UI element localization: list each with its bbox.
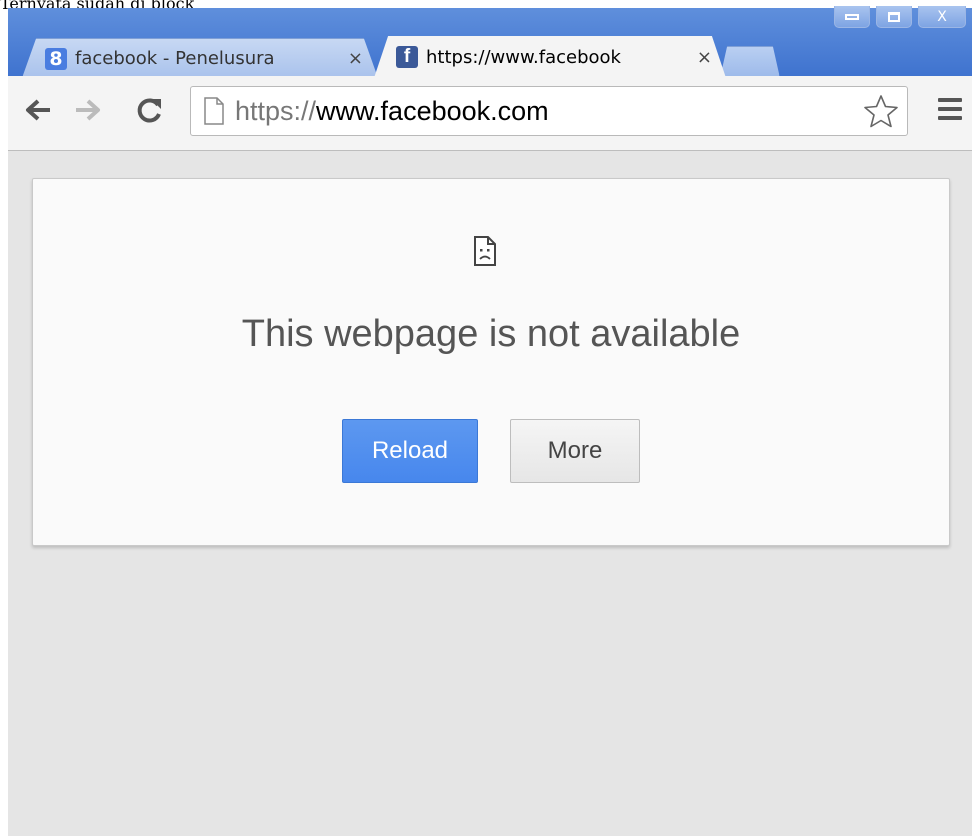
tab-close-icon[interactable]: × [697, 47, 712, 68]
google-g-icon: 8 [45, 47, 67, 70]
reload-icon [137, 98, 161, 123]
chrome-menu-button[interactable] [938, 98, 962, 120]
close-window-button[interactable]: X [918, 6, 966, 28]
facebook-f-icon: f [396, 46, 418, 68]
minimize-icon [845, 13, 859, 20]
minimize-button[interactable] [834, 6, 870, 28]
url-host: www.facebook.com [316, 95, 549, 126]
tab-close-icon[interactable]: × [348, 48, 363, 69]
bookmark-star-icon[interactable] [863, 94, 899, 128]
tab-google-search[interactable]: 8 facebook - Penelusura × [22, 38, 378, 78]
reload-button[interactable]: Reload [342, 419, 478, 483]
new-tab-button[interactable] [720, 46, 780, 78]
error-title: This webpage is not available [241, 313, 741, 355]
maximize-button[interactable] [876, 6, 912, 28]
title-bar: X 8 facebook - Penelusura × f https://ww… [8, 6, 972, 78]
menu-bar-icon [938, 98, 962, 102]
error-panel: This webpage is not available Reload Mor… [32, 178, 950, 546]
back-arrow-icon [26, 99, 50, 121]
more-button[interactable]: More [510, 419, 640, 483]
window-controls: X [828, 6, 966, 28]
address-bar[interactable]: https://www.facebook.com [190, 86, 908, 136]
close-icon: X [937, 8, 947, 25]
tab-title: facebook - Penelusura [75, 48, 275, 69]
menu-bar-icon [938, 107, 962, 111]
browser-window: X 8 facebook - Penelusura × f https://ww… [8, 6, 972, 836]
page-icon [204, 97, 224, 125]
forward-arrow-icon [76, 99, 100, 121]
url-text[interactable]: https://www.facebook.com [235, 96, 549, 127]
url-scheme: https:// [235, 95, 317, 126]
sad-page-icon [474, 236, 496, 266]
reload-page-button[interactable] [132, 92, 168, 128]
back-button[interactable] [20, 92, 56, 128]
forward-button[interactable] [70, 92, 106, 128]
menu-bar-icon [938, 116, 962, 120]
maximize-icon [888, 11, 900, 22]
tab-title: https://www.facebook [426, 46, 621, 68]
tab-facebook[interactable]: f https://www.facebook × [374, 36, 726, 78]
browser-toolbar: https://www.facebook.com [8, 76, 972, 151]
